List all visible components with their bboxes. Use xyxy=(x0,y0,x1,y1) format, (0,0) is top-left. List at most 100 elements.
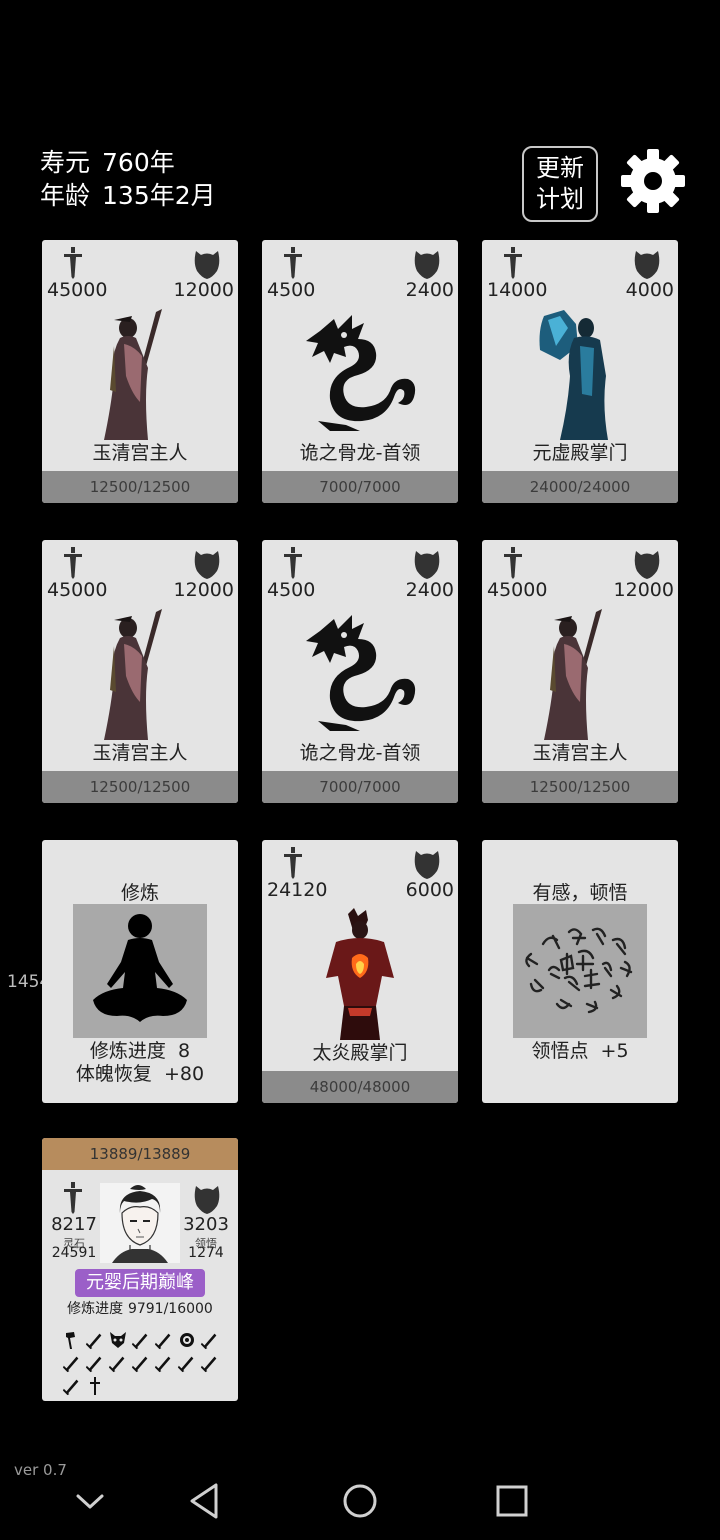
enemy-defense: 4000 xyxy=(625,279,674,301)
enemy-name: 玉清宫主人 xyxy=(92,742,188,764)
sword-icon[interactable] xyxy=(106,1351,129,1374)
cultivate-progress-label: 修炼进度 xyxy=(89,1040,166,1062)
defense-icon xyxy=(193,1184,221,1214)
insight-points-value: +5 xyxy=(600,1040,629,1062)
cultivation-label: 修炼进度 xyxy=(67,1301,124,1317)
axe-icon[interactable] xyxy=(60,1328,83,1351)
sword-icon[interactable] xyxy=(198,1351,221,1374)
defense-icon xyxy=(633,249,661,279)
enemy-hp-bar: 12500/12500 xyxy=(42,771,238,803)
enemy-attack: 14000 xyxy=(487,279,548,301)
player-card[interactable]: 13889/13889 8217 3203 灵石 领悟 24591 1274 元… xyxy=(42,1138,238,1401)
attack-icon xyxy=(62,247,84,279)
attack-icon xyxy=(282,547,304,579)
blue-robed-master-portrait xyxy=(530,306,630,440)
demon-mask-icon[interactable] xyxy=(106,1328,129,1351)
gear-icon[interactable] xyxy=(620,148,686,214)
cultivation-value: 9791/16000 xyxy=(127,1301,213,1317)
enemy-card[interactable]: 4500 2400 诡之骨龙-首领 7000/7000 xyxy=(262,240,458,503)
enemy-card[interactable]: 45000 12000 玉清宫主人 12500/12500 xyxy=(42,240,238,503)
attack-icon xyxy=(62,547,84,579)
enemy-hp-bar: 12500/12500 xyxy=(42,471,238,503)
enemy-name: 诡之骨龙-首领 xyxy=(299,742,421,764)
player-hp-bar: 13889/13889 xyxy=(42,1138,238,1170)
defense-icon xyxy=(193,549,221,579)
enemy-card[interactable]: 24120 6000 太炎殿掌门 48000/48000 xyxy=(262,840,458,1103)
enemy-card[interactable]: 14000 4000 元虚殿掌门 24000/24000 xyxy=(482,240,678,503)
lifespan-row: 寿元 760年 xyxy=(40,146,216,179)
calligraphy-swirl-icon xyxy=(525,927,633,1014)
sword-icon[interactable] xyxy=(175,1351,198,1374)
robed-sorcerer-portrait xyxy=(530,606,630,740)
status-panel: 寿元 760年 年龄 135年2月 xyxy=(40,146,216,212)
realm-badge: 元婴后期巅峰 xyxy=(75,1269,205,1297)
cultivate-card[interactable]: 修炼 修炼进度 8 体魄恢复 +80 xyxy=(42,840,238,1103)
defense-icon xyxy=(413,249,441,279)
lifespan-value: 760年 xyxy=(102,148,175,177)
enemy-name: 元虚殿掌门 xyxy=(532,442,628,464)
sword-icon[interactable] xyxy=(60,1351,83,1374)
meditation-icon xyxy=(93,914,187,1022)
recents-icon[interactable] xyxy=(487,1476,537,1526)
home-icon[interactable] xyxy=(335,1476,385,1526)
enemy-name: 玉清宫主人 xyxy=(92,442,188,464)
cultivate-progress-row: 修炼进度 8 xyxy=(42,1039,238,1063)
avatar-icon xyxy=(112,1185,168,1263)
spirit-stone-value: 24591 xyxy=(51,1245,97,1261)
age-row: 年龄 135年2月 xyxy=(40,179,216,212)
defense-icon xyxy=(633,549,661,579)
dragon-portrait xyxy=(300,606,420,740)
insight-image xyxy=(513,904,647,1038)
sword-icon[interactable] xyxy=(152,1328,175,1351)
sword-icon[interactable] xyxy=(129,1351,152,1374)
sword-icon[interactable] xyxy=(129,1328,152,1351)
navigation-bar xyxy=(0,1476,720,1526)
insight-points-label: 领悟点 xyxy=(531,1040,589,1062)
enemy-defense: 2400 xyxy=(405,279,454,301)
enemy-defense: 2400 xyxy=(405,579,454,601)
back-icon[interactable] xyxy=(180,1476,230,1526)
cultivate-progress-value: 8 xyxy=(178,1040,191,1062)
sword-icon[interactable] xyxy=(60,1374,83,1397)
enemy-hp-bar: 12500/12500 xyxy=(482,771,678,803)
dagger-icon[interactable] xyxy=(83,1374,106,1397)
enemy-card[interactable]: 45000 12000 玉清宫主人 12500/12500 xyxy=(42,540,238,803)
sword-icon[interactable] xyxy=(198,1328,221,1351)
defense-icon xyxy=(413,549,441,579)
enemy-card[interactable]: 4500 2400 诡之骨龙-首领 7000/7000 xyxy=(262,540,458,803)
insight-card[interactable]: 有感，顿悟 领悟点 +5 xyxy=(482,840,678,1103)
enemy-name: 太炎殿掌门 xyxy=(312,1042,408,1064)
cultivate-title: 修炼 xyxy=(120,882,159,904)
attack-icon xyxy=(282,847,304,879)
player-avatar xyxy=(100,1183,180,1263)
chevron-down-icon[interactable] xyxy=(65,1476,115,1526)
recover-value: +80 xyxy=(164,1063,205,1085)
update-plan-button[interactable]: 更新 计划 xyxy=(522,146,598,222)
enemy-hp-bar: 7000/7000 xyxy=(262,471,458,503)
equipment-list xyxy=(60,1328,226,1397)
enemy-defense: 12000 xyxy=(173,579,234,601)
defense-icon xyxy=(193,249,221,279)
fire-master-portrait xyxy=(310,906,410,1040)
robed-sorcerer-portrait xyxy=(90,306,190,440)
attack-icon xyxy=(502,547,524,579)
demon-face-icon[interactable] xyxy=(175,1328,198,1351)
meditation-image xyxy=(73,904,207,1038)
sword-icon[interactable] xyxy=(83,1351,106,1374)
enemy-defense: 12000 xyxy=(613,579,674,601)
enemy-hp-bar: 48000/48000 xyxy=(262,1071,458,1103)
enemy-attack: 4500 xyxy=(267,579,316,601)
lifespan-label: 寿元 xyxy=(40,148,91,177)
attack-icon xyxy=(62,1182,84,1214)
attack-icon xyxy=(282,247,304,279)
defense-icon xyxy=(413,849,441,879)
sword-icon[interactable] xyxy=(152,1351,175,1374)
insight-value: 1274 xyxy=(188,1245,224,1261)
enemy-card[interactable]: 45000 12000 玉清宫主人 12500/12500 xyxy=(482,540,678,803)
player-defense: 3203 xyxy=(183,1214,229,1235)
player-attack: 8217 xyxy=(51,1214,97,1235)
enemy-name: 诡之骨龙-首领 xyxy=(299,442,421,464)
sword-icon[interactable] xyxy=(83,1328,106,1351)
age-label: 年龄 xyxy=(40,181,91,210)
update-plan-line2: 计划 xyxy=(536,185,584,213)
